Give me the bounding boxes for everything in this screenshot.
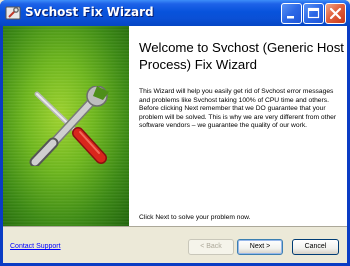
contact-support-link[interactable]: Contact Support [10, 243, 61, 250]
close-icon [329, 7, 342, 20]
wizard-description: This Wizard will help you easily get rid… [139, 88, 337, 129]
close-button[interactable] [325, 3, 346, 24]
wizard-content: Welcome to Svchost (Generic Host Process… [129, 26, 347, 226]
cancel-button[interactable]: Cancel [292, 239, 339, 255]
wrench-screwdriver-icon [29, 86, 109, 166]
minimize-button[interactable] [281, 3, 302, 24]
wizard-instruction: Click Next to solve your problem now. [139, 214, 251, 221]
wizard-client-area: Welcome to Svchost (Generic Host Process… [3, 26, 347, 263]
wizard-heading: Welcome to Svchost (Generic Host Process… [139, 40, 344, 72]
wizard-window: Svchost Fix Wizard Welcome to Svchost (G… [0, 0, 350, 266]
next-button[interactable]: Next > [237, 239, 283, 255]
wizard-banner [3, 26, 129, 226]
window-title: Svchost Fix Wizard [25, 5, 154, 19]
app-icon [5, 6, 21, 20]
maximize-button[interactable] [303, 3, 324, 24]
back-button[interactable]: < Back [188, 239, 234, 255]
maximize-icon [307, 7, 320, 19]
minimize-icon [287, 16, 294, 19]
wizard-button-bar: Contact Support < Back Next > Cancel [3, 226, 347, 263]
title-bar[interactable]: Svchost Fix Wizard [0, 0, 350, 26]
